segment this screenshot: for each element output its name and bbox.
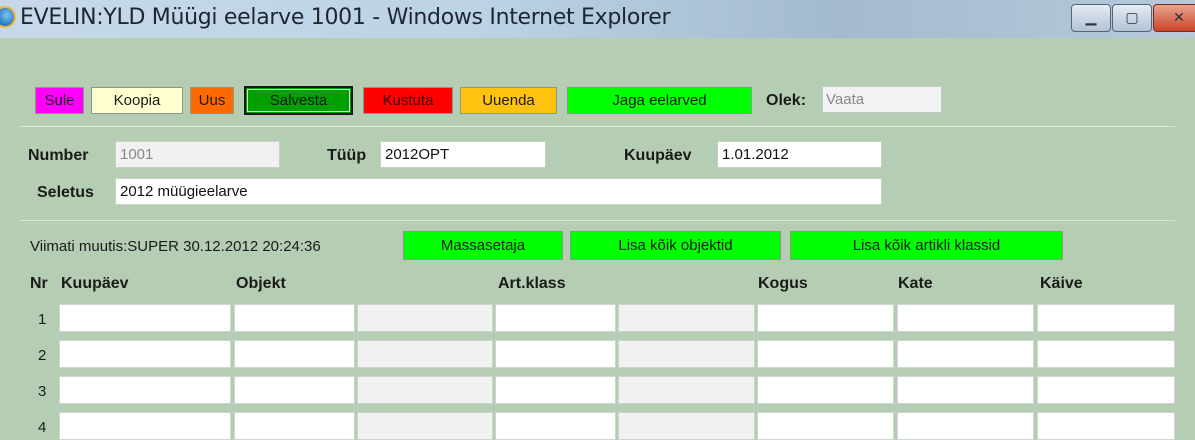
kuupaev-label: Kuupäev: [624, 147, 692, 164]
olek-field: Vaata: [822, 86, 942, 113]
kuupaev-cell[interactable]: [59, 376, 231, 404]
row-number: 3: [38, 383, 47, 400]
row-number: 4: [38, 419, 47, 436]
lisa-koik-artikli-klassid-button[interactable]: Lisa kõik artikli klassid: [790, 231, 1063, 260]
kogus-cell[interactable]: [757, 376, 894, 404]
column-header-art-klass: Art.klass: [498, 275, 566, 292]
jaga-eelarved-button[interactable]: Jaga eelarved: [567, 87, 752, 114]
column-header-kuupaev: Kuupäev: [61, 275, 129, 292]
kuupaev-cell[interactable]: [59, 304, 231, 332]
close-icon: ✕: [1173, 9, 1185, 25]
uuenda-button[interactable]: Uuenda: [460, 87, 557, 114]
kate-cell[interactable]: [897, 412, 1034, 440]
seletus-field[interactable]: 2012 müügieelarve: [115, 178, 882, 205]
kogus-cell[interactable]: [757, 304, 894, 332]
kuupaev-cell[interactable]: [59, 412, 231, 440]
maximize-icon: ▢: [1125, 9, 1139, 25]
window-title: EVELIN:YLD Müügi eelarve 1001 - Windows …: [20, 5, 671, 30]
column-header-nr: Nr: [30, 275, 48, 292]
number-label: Number: [28, 147, 89, 164]
uus-button[interactable]: Uus: [190, 87, 234, 114]
number-field: 1001: [115, 141, 280, 168]
kaive-cell[interactable]: [1037, 412, 1175, 440]
sule-button[interactable]: Sule: [35, 87, 84, 114]
window-title-bar: EVELIN:YLD Müügi eelarve 1001 - Windows …: [0, 0, 1195, 38]
objekt-cell[interactable]: [234, 304, 355, 332]
kogus-cell[interactable]: [757, 340, 894, 368]
olek-label: Olek:: [766, 92, 807, 109]
objekt-name-cell: [357, 376, 493, 404]
lisa-koik-objektid-button[interactable]: Lisa kõik objektid: [570, 231, 781, 260]
objekt-name-cell: [357, 412, 493, 440]
kustuta-button[interactable]: Kustuta: [363, 87, 453, 114]
art-klass-name-cell: [618, 304, 755, 332]
row-number: 2: [38, 347, 47, 364]
kate-cell[interactable]: [897, 304, 1034, 332]
tyyp-label: Tüüp: [327, 147, 367, 164]
massasetaja-button[interactable]: Massasetaja: [403, 231, 563, 260]
kaive-cell[interactable]: [1037, 304, 1175, 332]
column-header-kate: Kate: [898, 275, 933, 292]
internet-explorer-icon: [0, 6, 16, 28]
column-header-kaive: Käive: [1040, 275, 1083, 292]
column-header-kogus: Kogus: [758, 275, 808, 292]
minimize-icon: ▁: [1085, 9, 1097, 25]
art-klass-cell[interactable]: [495, 340, 616, 368]
objekt-name-cell: [357, 340, 493, 368]
close-window-button[interactable]: ✕: [1153, 4, 1195, 32]
objekt-cell[interactable]: [234, 376, 355, 404]
maximize-button[interactable]: ▢: [1112, 4, 1152, 32]
kogus-cell[interactable]: [757, 412, 894, 440]
art-klass-cell[interactable]: [495, 412, 616, 440]
minimize-button[interactable]: ▁: [1071, 4, 1111, 32]
art-klass-name-cell: [618, 376, 755, 404]
objekt-cell[interactable]: [234, 412, 355, 440]
divider: [20, 220, 1175, 221]
art-klass-name-cell: [618, 412, 755, 440]
tyyp-field[interactable]: 2012OPT: [380, 141, 546, 168]
last-modified-text: Viimati muutis:SUPER 30.12.2012 20:24:36: [30, 238, 321, 255]
kuupaev-field[interactable]: 1.01.2012: [717, 141, 882, 168]
koopia-button[interactable]: Koopia: [91, 87, 183, 114]
objekt-cell[interactable]: [234, 340, 355, 368]
art-klass-name-cell: [618, 340, 755, 368]
salvesta-button[interactable]: Salvesta: [244, 86, 353, 115]
column-header-objekt: Objekt: [236, 275, 286, 292]
kate-cell[interactable]: [897, 340, 1034, 368]
seletus-label: Seletus: [37, 184, 94, 201]
kate-cell[interactable]: [897, 376, 1034, 404]
divider: [20, 126, 1175, 127]
art-klass-cell[interactable]: [495, 376, 616, 404]
kaive-cell[interactable]: [1037, 376, 1175, 404]
kuupaev-cell[interactable]: [59, 340, 231, 368]
art-klass-cell[interactable]: [495, 304, 616, 332]
kaive-cell[interactable]: [1037, 340, 1175, 368]
objekt-name-cell: [357, 304, 493, 332]
row-number: 1: [38, 311, 47, 328]
